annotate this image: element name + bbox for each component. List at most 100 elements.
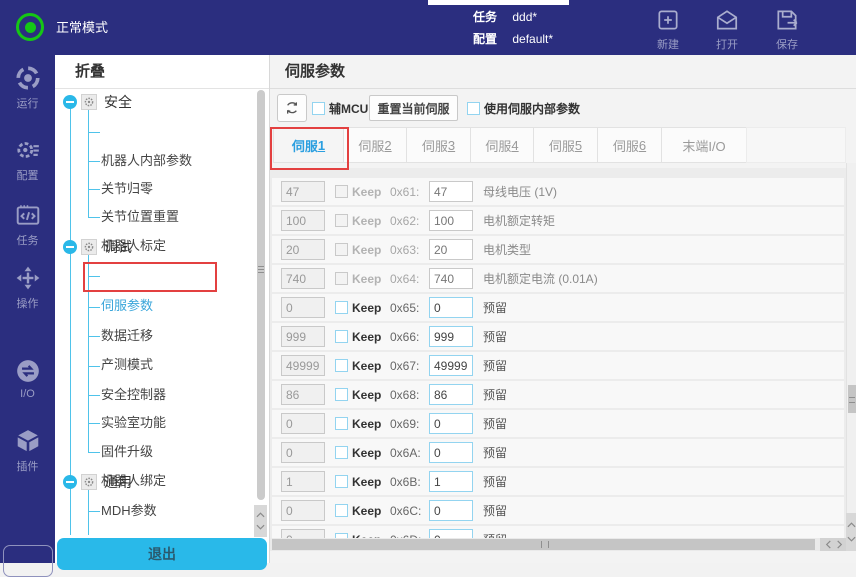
sidebar-item-task[interactable]: 任务	[0, 202, 55, 248]
tree-item-joint-zero[interactable]: 关节归零	[101, 177, 153, 201]
collapse-header[interactable]: 折叠	[55, 55, 269, 89]
param-row-0x66: Keep 0x66: 预留	[272, 323, 844, 350]
horizontal-scroll-thumb[interactable]	[272, 539, 815, 550]
aux-mcu-checkbox[interactable]	[312, 102, 325, 115]
sidebar-item-config[interactable]: 配置	[0, 137, 55, 183]
tree-item-lab-functions[interactable]: 实验室功能	[101, 411, 166, 435]
register-address: 0x63:	[390, 243, 424, 257]
sidebar-item-io[interactable]: I/O	[0, 358, 55, 400]
reset-current-servo-button[interactable]: 重置当前伺服	[369, 95, 458, 121]
gear-list-icon	[0, 137, 55, 163]
keep-checkbox[interactable]	[335, 417, 348, 430]
sidebar-item-operate[interactable]: 操作	[0, 265, 55, 311]
servo-value-input[interactable]	[429, 239, 473, 260]
save-button[interactable]: 保存	[757, 7, 817, 52]
tree-item-servo-params[interactable]: 伺服参数	[101, 294, 153, 318]
local-value-input[interactable]	[281, 181, 325, 202]
keep-checkbox[interactable]	[335, 185, 348, 198]
local-value-input[interactable]	[281, 297, 325, 318]
local-value-input[interactable]	[281, 326, 325, 347]
local-value-input[interactable]	[281, 529, 325, 538]
keep-checkbox[interactable]	[335, 301, 348, 314]
chevron-up-icon[interactable]	[256, 512, 265, 518]
tree-item-data-migration[interactable]: 数据迁移	[101, 324, 153, 348]
local-value-input[interactable]	[281, 442, 325, 463]
collapse-minus-icon[interactable]	[63, 95, 77, 109]
tree-item-firmware-upgrade[interactable]: 固件升级	[101, 440, 153, 464]
tab-servo-5[interactable]: 伺服5	[533, 127, 598, 163]
local-value-input[interactable]	[281, 268, 325, 289]
servo-value-input[interactable]	[429, 181, 473, 202]
local-value-input[interactable]	[281, 355, 325, 376]
servo-value-input[interactable]	[429, 384, 473, 405]
keep-checkbox[interactable]	[335, 330, 348, 343]
tab-servo-1[interactable]: 伺服1	[273, 127, 344, 163]
open-button[interactable]: 打开	[697, 7, 757, 52]
servo-value-input[interactable]	[429, 297, 473, 318]
sidebar-item-run[interactable]: 运行	[0, 65, 55, 111]
chevron-right-icon[interactable]	[836, 540, 843, 549]
tab-end-io[interactable]: 末端I/O	[661, 127, 747, 163]
vertical-scroll-thumb[interactable]	[848, 385, 856, 413]
tree-item-production-test[interactable]: 产测模式	[101, 353, 153, 377]
exit-button[interactable]: 退出	[57, 538, 267, 570]
tab-servo-6[interactable]: 伺服6	[597, 127, 662, 163]
collapse-minus-icon[interactable]	[63, 475, 77, 489]
task-value: ddd*	[512, 10, 537, 24]
tab-servo-2[interactable]: 伺服2	[343, 127, 407, 163]
sidebar-item-plugin[interactable]: 插件	[0, 428, 55, 474]
chevron-up-icon[interactable]	[847, 522, 856, 528]
keep-checkbox[interactable]	[335, 446, 348, 459]
register-address: 0x69:	[390, 417, 424, 431]
horizontal-scroll-buttons[interactable]	[820, 538, 848, 551]
tree-item-robot-internal-params[interactable]: 机器人内部参数	[101, 149, 192, 173]
tree-item-joint-position-reset[interactable]: 关节位置重置	[101, 205, 179, 229]
local-value-input[interactable]	[281, 239, 325, 260]
collapse-minus-icon[interactable]	[63, 240, 77, 254]
chevron-left-icon[interactable]	[825, 540, 832, 549]
servo-value-input[interactable]	[429, 210, 473, 231]
servo-value-input[interactable]	[429, 500, 473, 521]
servo-value-input[interactable]	[429, 326, 473, 347]
vertical-scrollbar[interactable]	[846, 163, 856, 551]
local-value-input[interactable]	[281, 384, 325, 405]
local-value-input[interactable]	[281, 210, 325, 231]
new-button[interactable]: 新建	[638, 7, 698, 52]
tree-scroll-buttons[interactable]	[254, 505, 267, 537]
tab-number: 3	[448, 138, 455, 153]
keep-checkbox[interactable]	[335, 475, 348, 488]
keep-checkbox[interactable]	[335, 388, 348, 401]
register-address: 0x65:	[390, 301, 424, 315]
tab-number: 5	[575, 138, 582, 153]
keep-checkbox[interactable]	[335, 504, 348, 517]
local-value-input[interactable]	[281, 471, 325, 492]
chevron-down-icon[interactable]	[847, 536, 856, 542]
servo-value-input[interactable]	[429, 413, 473, 434]
vertical-scroll-buttons[interactable]	[846, 513, 856, 551]
tree-scrollbar[interactable]	[257, 90, 265, 500]
local-value-input[interactable]	[281, 413, 325, 434]
tree-group-label: 通用	[104, 472, 132, 492]
tab-servo-4[interactable]: 伺服4	[470, 127, 534, 163]
chevron-down-icon[interactable]	[256, 524, 265, 530]
refresh-button[interactable]	[277, 94, 307, 122]
horizontal-scrollbar[interactable]	[270, 538, 840, 551]
tree-item-safety-controller[interactable]: 安全控制器	[101, 383, 166, 407]
keep-checkbox[interactable]	[335, 272, 348, 285]
param-row-0x64: Keep 0x64: 电机额定电流 (0.01A)	[272, 265, 844, 292]
param-description: 预留	[483, 444, 507, 461]
status-indicator-icon[interactable]	[16, 13, 44, 41]
tree-item-mdh-params[interactable]: MDH参数	[101, 499, 157, 523]
keep-checkbox[interactable]	[335, 214, 348, 227]
use-internal-params-checkbox[interactable]	[467, 102, 480, 115]
servo-value-input[interactable]	[429, 268, 473, 289]
servo-value-input[interactable]	[429, 442, 473, 463]
tab-servo-3[interactable]: 伺服3	[406, 127, 471, 163]
tab-number: 1	[318, 138, 325, 153]
keep-checkbox[interactable]	[335, 243, 348, 256]
keep-checkbox[interactable]	[335, 359, 348, 372]
servo-value-input[interactable]	[429, 471, 473, 492]
servo-value-input[interactable]	[429, 529, 473, 538]
servo-value-input[interactable]	[429, 355, 473, 376]
local-value-input[interactable]	[281, 500, 325, 521]
